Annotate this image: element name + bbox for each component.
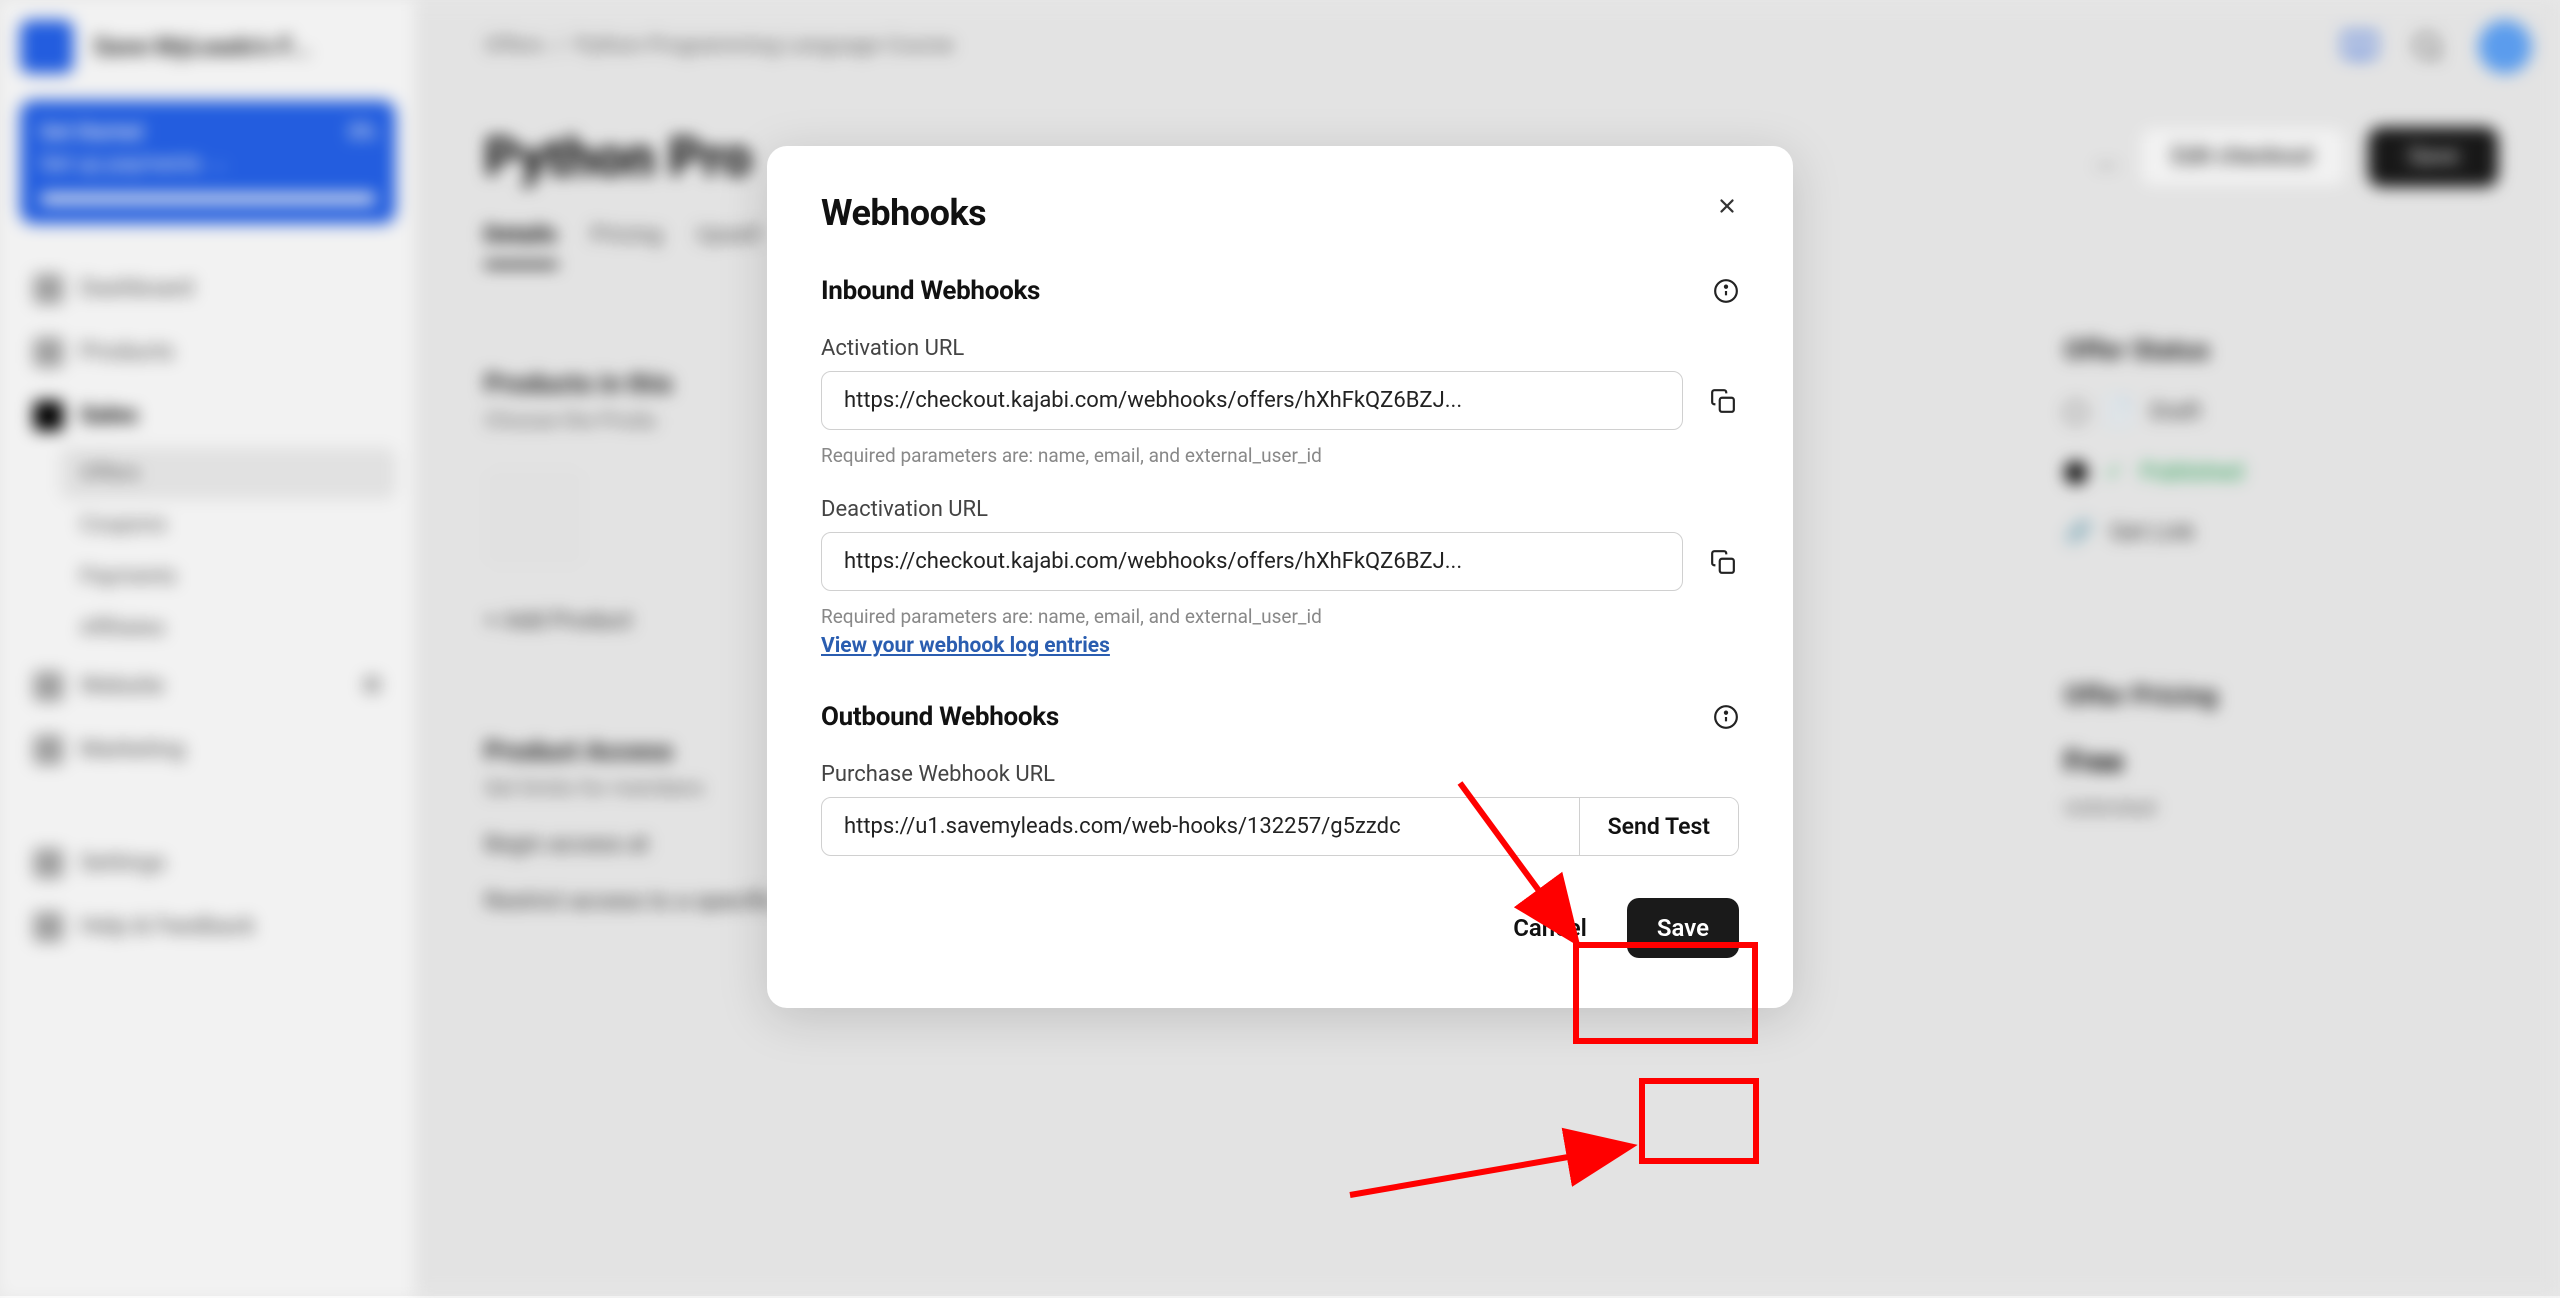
inbound-info-button[interactable] [1713, 278, 1739, 304]
copy-deactivation-button[interactable] [1707, 546, 1739, 578]
cancel-button[interactable]: Cancel [1513, 914, 1587, 942]
copy-icon [1710, 549, 1736, 575]
deactivation-url-label: Deactivation URL [821, 497, 1739, 522]
activation-help-text: Required parameters are: name, email, an… [821, 444, 1739, 467]
close-button[interactable] [1711, 190, 1743, 222]
webhooks-modal: Webhooks Inbound Webhooks Activation URL… [767, 146, 1793, 1008]
purchase-webhook-input[interactable]: https://u1.savemyleads.com/web-hooks/132… [822, 798, 1579, 855]
modal-title: Webhooks [821, 192, 1739, 234]
save-button[interactable]: Save [1627, 898, 1739, 958]
outbound-title: Outbound Webhooks [821, 702, 1059, 732]
purchase-webhook-row: https://u1.savemyleads.com/web-hooks/132… [821, 797, 1739, 856]
info-icon [1713, 704, 1739, 730]
activation-url-label: Activation URL [821, 336, 1739, 361]
send-test-button[interactable]: Send Test [1579, 798, 1738, 855]
activation-url-input[interactable]: https://checkout.kajabi.com/webhooks/off… [821, 371, 1683, 430]
info-icon [1713, 278, 1739, 304]
copy-activation-button[interactable] [1707, 385, 1739, 417]
view-webhook-logs-link[interactable]: View your webhook log entries [821, 634, 1110, 658]
inbound-title: Inbound Webhooks [821, 276, 1040, 306]
outbound-section-header: Outbound Webhooks [821, 702, 1739, 732]
deactivation-url-input[interactable]: https://checkout.kajabi.com/webhooks/off… [821, 532, 1683, 591]
modal-overlay: Webhooks Inbound Webhooks Activation URL… [0, 0, 2560, 1296]
modal-footer: Cancel Save [821, 898, 1739, 958]
purchase-webhook-label: Purchase Webhook URL [821, 762, 1739, 787]
inbound-section-header: Inbound Webhooks [821, 276, 1739, 306]
copy-icon [1710, 388, 1736, 414]
outbound-info-button[interactable] [1713, 704, 1739, 730]
close-icon [1716, 195, 1738, 217]
deactivation-help-text: Required parameters are: name, email, an… [821, 605, 1739, 628]
